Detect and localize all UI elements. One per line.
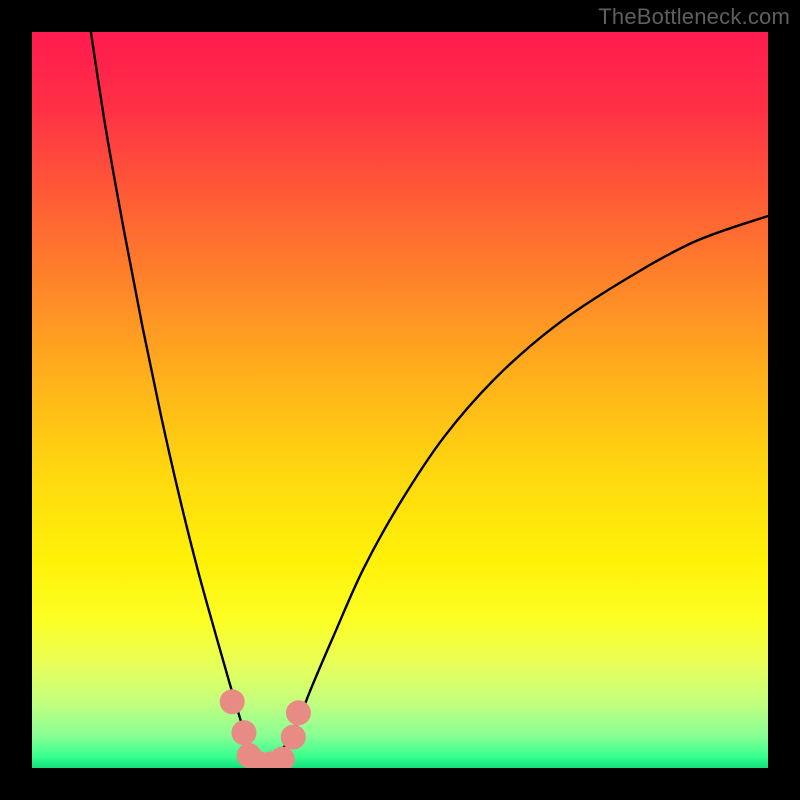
marker-dot [270,747,295,768]
curve-markers [220,689,311,768]
plot-area [32,32,768,768]
marker-dot [286,700,311,725]
watermark-text: TheBottleneck.com [598,4,790,30]
bottleneck-curve [91,32,768,765]
marker-dot [231,720,256,745]
chart-stage: TheBottleneck.com [0,0,800,800]
curve-layer [32,32,768,768]
marker-dot [281,725,306,750]
marker-dot [220,689,245,714]
